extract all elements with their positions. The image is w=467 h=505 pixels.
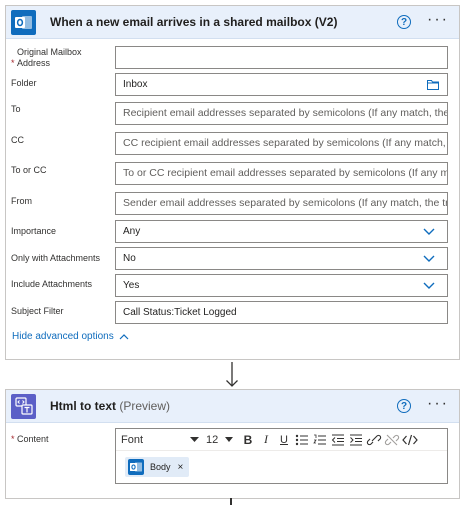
- chevron-down-icon: [423, 228, 435, 235]
- content-label: * Content: [11, 434, 49, 444]
- increase-indent-icon[interactable]: [347, 434, 365, 446]
- from-input[interactable]: Sender email addresses separated by semi…: [115, 192, 448, 215]
- subject-filter-input[interactable]: Call Status:Ticket Logged: [115, 301, 448, 324]
- include-attachments-dropdown[interactable]: Yes: [115, 274, 448, 297]
- dynamic-content-token-body[interactable]: Body ×: [125, 457, 190, 477]
- caret-down-icon: [225, 437, 233, 442]
- help-icon[interactable]: ?: [397, 15, 411, 29]
- link-icon[interactable]: [365, 434, 383, 446]
- decrease-indent-icon[interactable]: [329, 434, 347, 446]
- font-size-dropdown[interactable]: 12: [206, 434, 233, 446]
- chevron-up-icon: [119, 334, 129, 340]
- caret-down-icon: [190, 436, 199, 442]
- remove-token-icon[interactable]: ×: [178, 462, 184, 473]
- unlink-icon[interactable]: [383, 434, 401, 446]
- chevron-down-icon: [423, 282, 435, 289]
- numbered-list-icon[interactable]: [311, 434, 329, 446]
- only-attachments-label: Only with Attachments: [11, 253, 101, 263]
- importance-dropdown[interactable]: Any: [115, 220, 448, 243]
- trigger-header[interactable]: When a new email arrives in a shared mai…: [6, 6, 459, 39]
- cc-label: CC: [11, 135, 24, 145]
- font-dropdown[interactable]: Font: [121, 434, 199, 446]
- outlook-icon: [11, 9, 36, 35]
- connector-arrow-icon: [226, 362, 238, 387]
- help-icon[interactable]: ?: [397, 399, 411, 413]
- more-options-icon[interactable]: ···: [427, 12, 449, 28]
- editor-toolbar: Font 12 B I U: [116, 429, 447, 451]
- subject-filter-label: Subject Filter: [11, 306, 64, 316]
- mailbox-input[interactable]: [115, 46, 448, 69]
- to-or-cc-input[interactable]: To or CC recipient email addresses separ…: [115, 162, 448, 185]
- outlook-icon: [128, 459, 144, 475]
- content-rich-text-editor[interactable]: Font 12 B I U Body ×: [115, 428, 448, 484]
- cc-input[interactable]: CC recipient email addresses separated b…: [115, 132, 448, 155]
- folder-picker[interactable]: Inbox: [115, 73, 448, 96]
- include-attachments-label: Include Attachments: [11, 279, 93, 289]
- italic-button[interactable]: I: [257, 432, 275, 447]
- chevron-down-icon: [423, 255, 435, 262]
- trigger-title: When a new email arrives in a shared mai…: [50, 15, 338, 29]
- action-header[interactable]: Html to text (Preview) ? ···: [6, 390, 459, 423]
- folder-icon[interactable]: [427, 79, 439, 90]
- html-icon: [11, 393, 36, 419]
- hide-advanced-options-link[interactable]: Hide advanced options: [12, 331, 129, 342]
- to-or-cc-label: To or CC: [11, 165, 47, 175]
- connector-line: [230, 498, 232, 505]
- code-view-icon[interactable]: [401, 434, 419, 446]
- to-label: To: [11, 104, 21, 114]
- folder-label: Folder: [11, 78, 37, 88]
- bold-button[interactable]: B: [239, 433, 257, 447]
- mailbox-label: * Original Mailbox Address: [11, 47, 82, 68]
- action-title: Html to text (Preview): [50, 399, 171, 413]
- to-input[interactable]: Recipient email addresses separated by s…: [115, 102, 448, 125]
- importance-label: Importance: [11, 226, 57, 236]
- more-options-icon[interactable]: ···: [427, 396, 449, 412]
- only-attachments-dropdown[interactable]: No: [115, 247, 448, 270]
- bullet-list-icon[interactable]: [293, 434, 311, 446]
- from-label: From: [11, 196, 32, 206]
- underline-button[interactable]: U: [275, 434, 293, 446]
